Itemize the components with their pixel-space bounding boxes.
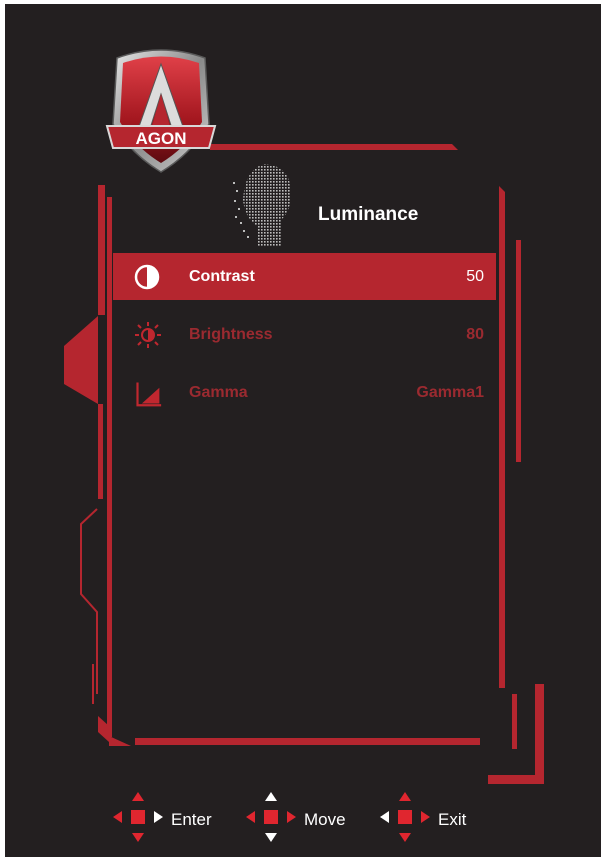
menu-item-value: 80	[466, 326, 484, 343]
hint-label: Exit	[438, 810, 467, 829]
dpad-exit-icon	[380, 792, 430, 842]
menu-item-contrast[interactable]: Contrast 50	[113, 253, 496, 300]
agon-logo: AGON	[105, 49, 217, 173]
menu-item-value: 50	[466, 268, 484, 285]
menu-item-brightness[interactable]: Brightness 80	[113, 311, 496, 358]
contrast-icon	[134, 264, 160, 290]
brightness-icon	[135, 322, 161, 348]
osd-screen: AGON Luminance Contrast 50 Brightness 80…	[5, 4, 601, 857]
menu-item-gamma[interactable]: Gamma Gamma1	[113, 369, 496, 416]
luminance-bulb-icon	[233, 164, 291, 246]
frame-decoration	[64, 144, 544, 784]
menu-item-label: Gamma	[189, 384, 248, 401]
hint-label: Move	[304, 810, 346, 829]
menu-item-label: Brightness	[189, 326, 273, 343]
dpad-move-icon	[246, 792, 296, 842]
menu-item-label: Contrast	[189, 268, 255, 285]
hint-label: Enter	[171, 810, 212, 829]
dpad-enter-icon	[113, 792, 163, 842]
menu-title: Luminance	[318, 204, 419, 225]
gamma-icon	[136, 382, 162, 407]
menu-item-value: Gamma1	[416, 384, 484, 401]
svg-text:AGON: AGON	[136, 129, 187, 148]
